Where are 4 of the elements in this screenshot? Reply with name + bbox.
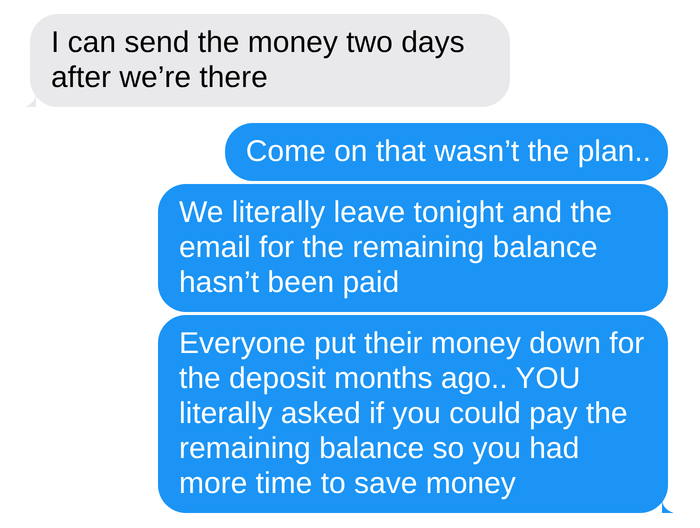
sent-message-bubble: Come on that wasn’t the plan..	[224, 123, 668, 181]
sent-message-bubble: Everyone put their money down for the deposit months ago.. YOU literally asked if you could pay the remaining balance so you had more time to save money	[158, 315, 668, 513]
received-message-bubble: I can send the money two days after we’re there	[30, 14, 510, 107]
sent-message-bubble: We literally leave tonight and the email for the remaining balance hasn’t been paid	[158, 184, 668, 312]
